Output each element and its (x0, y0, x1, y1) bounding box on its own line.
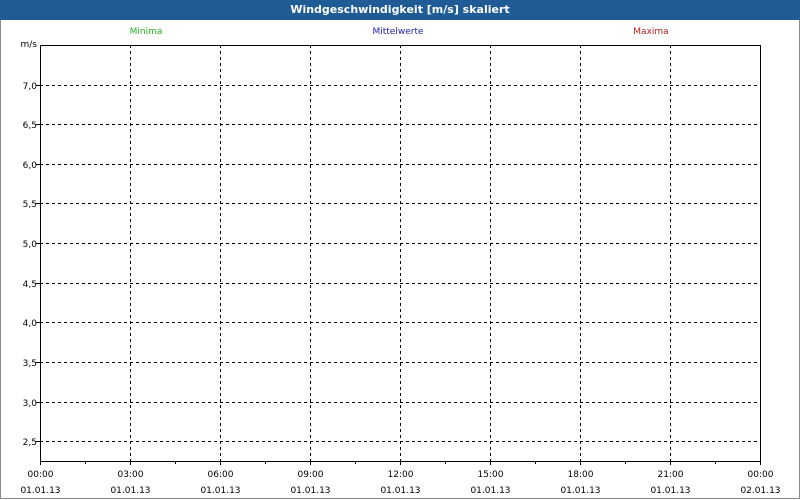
x-tick-time-label: 18:00 (568, 470, 594, 480)
x-tick-date-label: 01.01.13 (110, 486, 150, 496)
y-tick-label: 6,0 (23, 161, 38, 171)
y-tick-label: 7,0 (23, 82, 38, 92)
x-tick-date-label: 01.01.13 (290, 486, 330, 496)
x-tick-date-label: 01.01.13 (380, 486, 420, 496)
x-tick-time-label: 21:00 (658, 470, 684, 480)
axis-ticks (36, 85, 761, 465)
y-tick-label: 4,0 (23, 319, 38, 329)
x-tick-time-label: 00:00 (748, 470, 774, 480)
x-tick-date-label: 01.01.13 (200, 486, 240, 496)
y-tick-label: 2,5 (23, 438, 37, 448)
x-tick-time-label: 00:00 (28, 470, 54, 480)
x-tick-time-label: 09:00 (298, 470, 324, 480)
legend-item-minima: Minima (130, 27, 163, 37)
x-tick-date-label: 01.01.13 (20, 486, 60, 496)
grid-lines (40, 45, 760, 461)
x-tick-time-label: 15:00 (478, 470, 504, 480)
y-tick-label: 6,5 (23, 121, 37, 131)
y-tick-label: 4,5 (23, 280, 37, 290)
legend-item-mittelwerte: Mittelwerte (372, 27, 423, 37)
x-tick-time-label: 03:00 (118, 470, 144, 480)
y-tick-label: 5,0 (23, 240, 38, 250)
y-tick-label: 3,5 (23, 359, 37, 369)
legend-item-maxima: Maxima (633, 27, 668, 37)
x-tick-date-label: 02.01.13 (740, 486, 780, 496)
x-tick-date-label: 01.01.13 (470, 486, 510, 496)
y-tick-label: 5,5 (23, 200, 37, 210)
x-tick-date-label: 01.01.13 (650, 486, 690, 496)
wind-speed-chart: 7,0 6,5 6,0 5,5 5,0 4,5 4,0 3,5 3,0 2,5 00:00 01.01… (20, 27, 780, 496)
x-tick-date-label: 01.01.13 (560, 486, 600, 496)
x-tick-time-label: 06:00 (208, 470, 234, 480)
legend: Minima Mittelwerte Maxima (130, 27, 669, 37)
y-axis-unit-label: m/s (21, 40, 38, 50)
y-tick-label: 3,0 (23, 399, 38, 409)
x-tick-time-label: 12:00 (388, 470, 414, 480)
axis-labels: 7,0 6,5 6,0 5,5 5,0 4,5 4,0 3,5 3,0 2,5 00:00 01.01… (20, 82, 780, 496)
